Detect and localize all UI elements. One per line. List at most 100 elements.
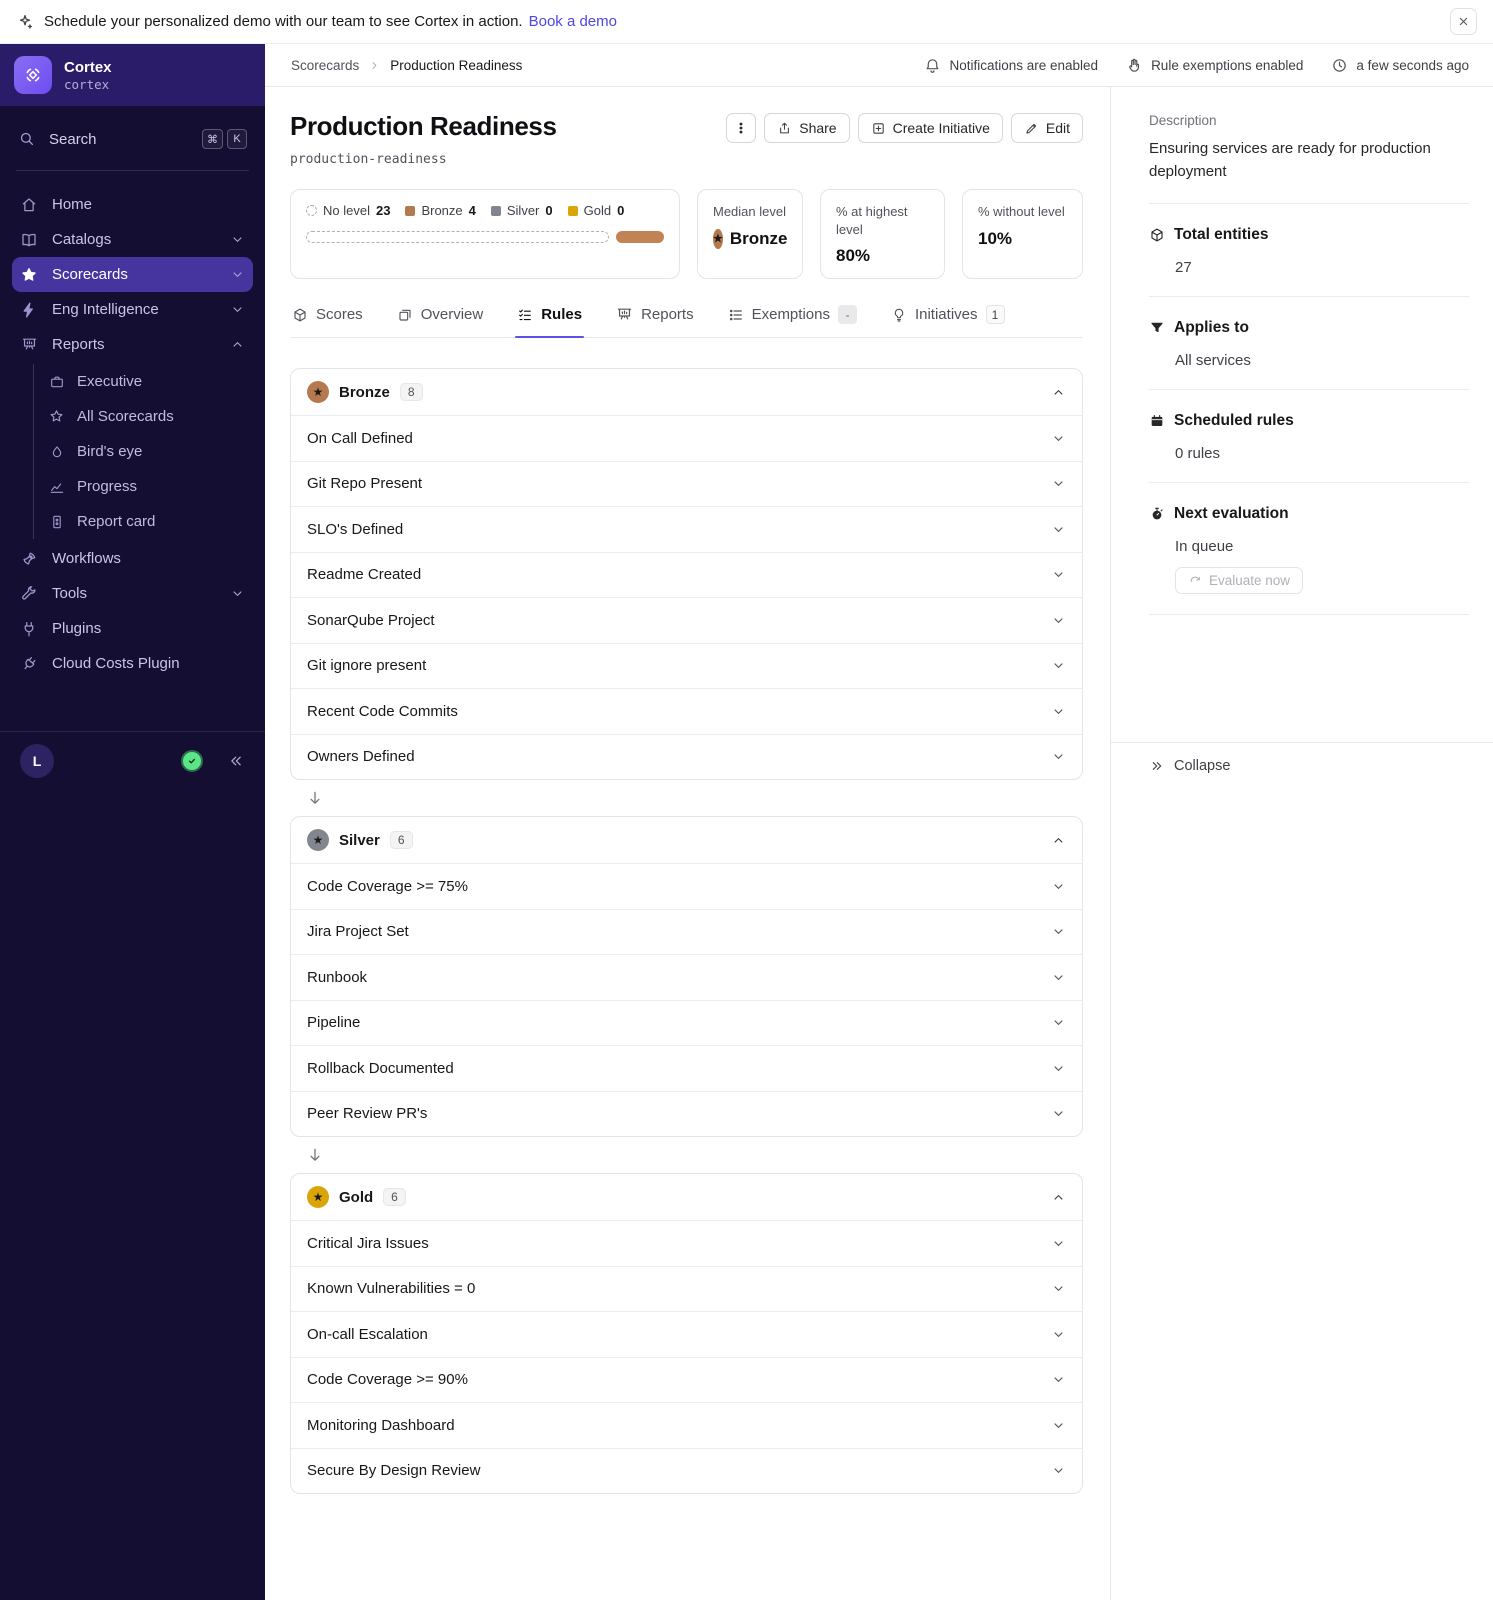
stat-cards: No level 23 Bronze 4 Silver 0 Gold 0 Median lev… — [290, 189, 1083, 279]
sidebar-item-report-card[interactable]: Report card — [48, 504, 265, 539]
star-outline-icon — [48, 408, 65, 425]
rule-row-peer-review-pr-s[interactable]: Peer Review PR's — [291, 1090, 1082, 1137]
sidebar-item-eng-intelligence[interactable]: Eng Intelligence — [12, 292, 253, 327]
median-level-card: Median level ★ Bronze — [697, 189, 803, 279]
search-input[interactable]: Search ⌘ K — [12, 124, 253, 154]
legend-label: Bronze — [421, 203, 463, 218]
presentation-icon — [616, 306, 633, 323]
presentation-icon — [20, 336, 38, 353]
bronze-bar-segment — [615, 231, 664, 243]
banner-close-button[interactable] — [1450, 8, 1477, 35]
level-name: Bronze — [339, 383, 390, 401]
rule-label: Git ignore present — [307, 657, 427, 675]
rule-row-sonarqube-project[interactable]: SonarQube Project — [291, 597, 1082, 643]
level-group-silver: ★ Silver 6 Code Coverage >= 75% Jira Project… — [290, 816, 1083, 1137]
chevron-down-icon — [230, 267, 245, 282]
silver-medal-icon: ★ — [307, 829, 329, 851]
evaluate-now-button[interactable]: Evaluate now — [1175, 567, 1304, 594]
chevron-down-icon — [1051, 613, 1066, 628]
sidebar-item-scorecards[interactable]: Scorecards — [12, 257, 253, 292]
sidebar-item-reports[interactable]: Reports — [12, 327, 253, 362]
legend-label: Gold — [583, 203, 612, 218]
rule-row-git-ignore-present[interactable]: Git ignore present — [291, 642, 1082, 689]
book-demo-link[interactable]: Book a demo — [529, 13, 617, 30]
legend-label: Silver — [506, 203, 540, 218]
sidebar-item-catalogs[interactable]: Catalogs — [12, 222, 253, 257]
tab-badge: 1 — [985, 305, 1005, 324]
level-group-header[interactable]: ★ Silver 6 — [291, 817, 1082, 863]
rule-row-owners-defined[interactable]: Owners Defined — [291, 733, 1082, 780]
rule-row-readme-created[interactable]: Readme Created — [291, 551, 1082, 598]
sidebar-item-home[interactable]: Home — [12, 187, 253, 222]
create-initiative-button[interactable]: Create Initiative — [857, 113, 1003, 143]
rule-row-monitoring-dashboard[interactable]: Monitoring Dashboard — [291, 1402, 1082, 1448]
rule-row-known-vulnerabilities-0[interactable]: Known Vulnerabilities = 0 — [291, 1265, 1082, 1312]
banner-text: Schedule your personalized demo with our… — [44, 13, 523, 30]
share-button[interactable]: Share — [764, 113, 850, 143]
sidebar-item-executive[interactable]: Executive — [48, 364, 265, 399]
plug-outline-icon — [20, 655, 38, 673]
tab-overview[interactable]: Overview — [395, 305, 486, 337]
level-group-header[interactable]: ★ Gold 6 — [291, 1174, 1082, 1220]
chevron-up-icon — [1051, 1190, 1066, 1205]
description-label: Description — [1149, 113, 1217, 128]
collapse-panel-button[interactable]: Collapse — [1111, 742, 1493, 774]
rule-label: Runbook — [307, 968, 368, 986]
tab-rules[interactable]: Rules — [515, 305, 584, 338]
tab-reports[interactable]: Reports — [614, 305, 696, 337]
briefcase-icon — [48, 374, 65, 390]
status-rule-exemptions-enabled[interactable]: Rule exemptions enabled — [1126, 57, 1303, 74]
breadcrumb-scorecards[interactable]: Scorecards — [291, 58, 359, 73]
status-a-few-seconds-ago[interactable]: a few seconds ago — [1331, 57, 1469, 74]
chart-line-icon — [48, 479, 65, 495]
avatar[interactable]: L — [20, 743, 54, 778]
sidebar-item-cloud-costs-plugin[interactable]: Cloud Costs Plugin — [12, 646, 253, 681]
sidebar-item-tools[interactable]: Tools — [12, 576, 253, 611]
rule-row-on-call-defined[interactable]: On Call Defined — [291, 415, 1082, 461]
rule-row-recent-code-commits[interactable]: Recent Code Commits — [291, 688, 1082, 734]
kebab-menu-button[interactable] — [726, 113, 757, 143]
rule-row-slo-s-defined[interactable]: SLO's Defined — [291, 506, 1082, 552]
collapse-sidebar-icon[interactable] — [227, 752, 245, 770]
tab-initiatives[interactable]: Initiatives 1 — [889, 305, 1007, 337]
sidebar: Cortex cortex Search ⌘ K Home Catalogs Scor… — [0, 44, 265, 1600]
status-notifications-are-enabled[interactable]: Notifications are enabled — [924, 57, 1098, 74]
sidebar-item-label: Eng Intelligence — [52, 301, 159, 318]
rule-row-git-repo-present[interactable]: Git Repo Present — [291, 460, 1082, 507]
workspace-switcher[interactable]: Cortex cortex — [0, 44, 265, 106]
page-actions: Share Create Initiative Edit — [726, 113, 1083, 143]
status-ok-icon[interactable] — [181, 749, 203, 772]
chevron-down-icon — [230, 232, 245, 247]
sidebar-item-plugins[interactable]: Plugins — [12, 611, 253, 646]
rule-row-runbook[interactable]: Runbook — [291, 954, 1082, 1000]
pencil-icon — [1024, 121, 1039, 136]
rule-row-on-call-escalation[interactable]: On-call Escalation — [291, 1311, 1082, 1357]
tab-exemptions[interactable]: Exemptions - — [726, 305, 859, 337]
detail-section-title: Applies to — [1149, 319, 1469, 337]
shortcut-key: ⌘ — [202, 129, 223, 149]
rule-row-secure-by-design-review[interactable]: Secure By Design Review — [291, 1447, 1082, 1494]
sidebar-item-workflows[interactable]: Workflows — [12, 541, 253, 576]
description-text: Ensuring services are ready for producti… — [1149, 140, 1431, 180]
tab-scores[interactable]: Scores — [290, 305, 365, 337]
detail-divider — [1149, 614, 1469, 615]
edit-button[interactable]: Edit — [1010, 113, 1083, 143]
rule-row-jira-project-set[interactable]: Jira Project Set — [291, 908, 1082, 955]
checklist-icon — [517, 307, 533, 323]
no-level-swatch-icon — [306, 205, 317, 216]
rule-row-critical-jira-issues[interactable]: Critical Jira Issues — [291, 1220, 1082, 1266]
rule-label: On-call Escalation — [307, 1325, 428, 1343]
level-group-header[interactable]: ★ Bronze 8 — [291, 369, 1082, 415]
page-title: Production Readiness — [290, 111, 557, 141]
sidebar-item-all-scorecards[interactable]: All Scorecards — [48, 399, 265, 434]
rule-row-code-coverage-75[interactable]: Code Coverage >= 75% — [291, 863, 1082, 909]
rule-row-rollback-documented[interactable]: Rollback Documented — [291, 1045, 1082, 1091]
rule-row-pipeline[interactable]: Pipeline — [291, 999, 1082, 1046]
sidebar-item-label: Reports — [52, 336, 105, 353]
rule-row-code-coverage-90[interactable]: Code Coverage >= 90% — [291, 1356, 1082, 1403]
sidebar-item-bird-s-eye[interactable]: Bird's eye — [48, 434, 265, 469]
lightning-icon — [20, 301, 38, 319]
sidebar-item-progress[interactable]: Progress — [48, 469, 265, 504]
sidebar-nav: Home Catalogs Scorecards Eng Intelligence Re… — [0, 181, 265, 681]
workspace-subtitle: cortex — [64, 76, 110, 92]
